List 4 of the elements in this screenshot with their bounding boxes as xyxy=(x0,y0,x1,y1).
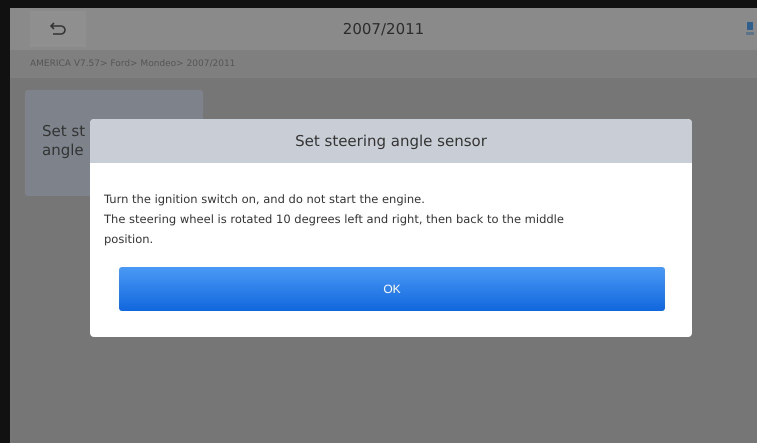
dialog-message: The steering wheel is rotated 10 degrees left and right, then back to the middle position. xyxy=(104,211,565,248)
screen-title: 2007/2011 xyxy=(342,20,424,38)
dialog-title: Set steering angle sensor xyxy=(90,119,692,163)
dialog-message: Turn the ignition switch on, and do not start the engine. xyxy=(104,191,426,208)
